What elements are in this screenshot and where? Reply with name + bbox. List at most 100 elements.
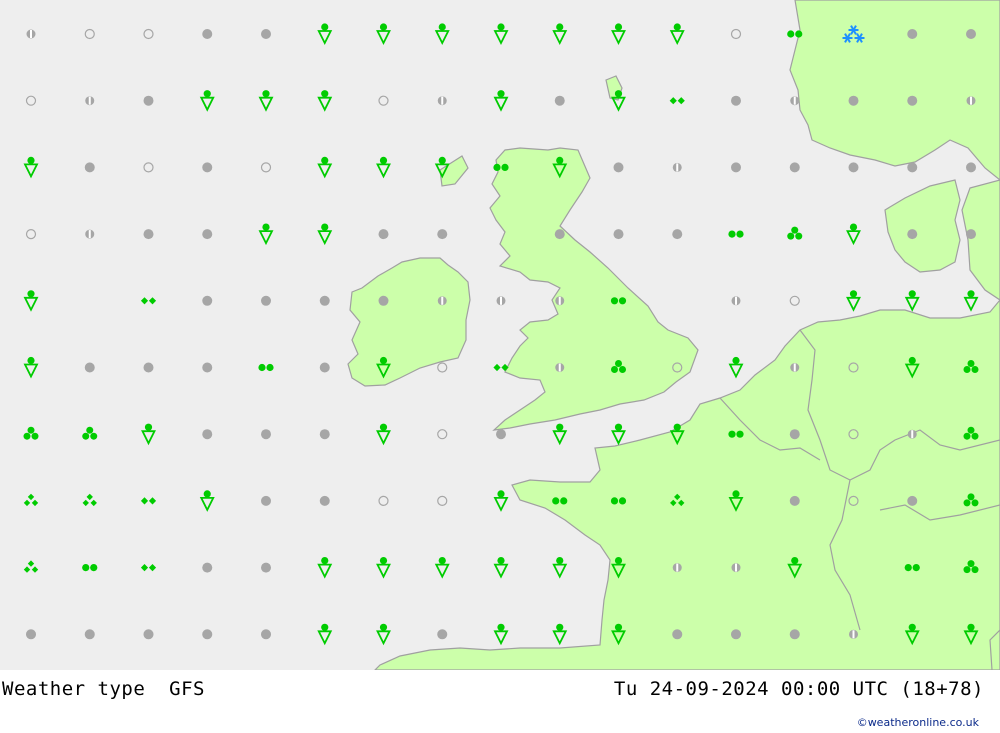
weather-symbol-partly-icon bbox=[966, 96, 976, 106]
weather-symbol-shower-icon bbox=[376, 423, 391, 446]
weather-symbol-drizzle-icon bbox=[140, 564, 157, 572]
weather-symbol-overcast-icon bbox=[261, 562, 271, 573]
weather-map[interactable] bbox=[0, 0, 1000, 670]
weather-symbol-shower-icon bbox=[317, 23, 333, 46]
weather-symbol-shower-icon bbox=[141, 423, 156, 446]
weather-symbol-overcast-icon bbox=[966, 162, 976, 173]
weather-symbol-shower-icon bbox=[669, 23, 685, 46]
title-text: Weather type bbox=[2, 678, 146, 700]
weather-symbol-partly-icon bbox=[849, 629, 858, 639]
weather-symbol-partly-icon bbox=[672, 563, 682, 573]
valid-datetime: Tu 24-09-2024 00:00 UTC (18+78) bbox=[613, 678, 984, 700]
weather-symbol-drizzle-icon bbox=[669, 97, 685, 105]
weather-symbol-overcast-icon bbox=[319, 295, 330, 306]
weather-symbol-clear-icon bbox=[25, 229, 37, 240]
weather-symbol-clear-icon bbox=[378, 495, 389, 506]
weather-symbol-clear-icon bbox=[378, 95, 389, 106]
weather-symbol-overcast-icon bbox=[731, 95, 741, 106]
weather-symbol-shower-icon bbox=[23, 290, 39, 312]
weather-symbol-clear-icon bbox=[730, 28, 742, 40]
weather-symbol-rain2-icon bbox=[787, 30, 803, 38]
weather-symbol-overcast-icon bbox=[261, 295, 271, 306]
weather-symbol-partly-icon bbox=[790, 363, 800, 372]
weather-symbol-overcast-icon bbox=[848, 162, 859, 173]
weather-symbol-overcast-icon bbox=[672, 229, 683, 240]
weather-symbol-partly-icon bbox=[85, 96, 95, 106]
weather-symbol-overcast-icon bbox=[84, 629, 95, 640]
weather-symbol-partly-icon bbox=[496, 296, 506, 306]
weather-symbol-rain2-icon bbox=[258, 363, 274, 372]
map-canvas bbox=[23, 0, 1000, 670]
weather-symbol-shower-icon bbox=[611, 23, 626, 46]
weather-symbol-overcast-icon bbox=[202, 429, 213, 440]
weather-symbol-shower-icon bbox=[493, 557, 509, 579]
weather-symbol-overcast-icon bbox=[143, 95, 154, 106]
weather-symbol-shower-icon bbox=[611, 423, 626, 446]
weather-symbol-drizzle-icon bbox=[140, 297, 157, 305]
weather-symbol-overcast-icon bbox=[613, 229, 624, 240]
weather-symbol-overcast-icon bbox=[731, 162, 741, 173]
weather-symbol-partly-icon bbox=[437, 96, 447, 106]
weather-symbol-overcast-icon bbox=[848, 95, 859, 106]
weather-symbol-overcast-icon bbox=[907, 229, 918, 240]
weather-symbol-overcast-icon bbox=[378, 229, 389, 240]
weather-symbol-partly-icon bbox=[907, 429, 917, 439]
weather-symbol-overcast-icon bbox=[202, 229, 213, 240]
weather-symbol-shower-icon bbox=[493, 23, 509, 46]
weather-symbol-clear-icon bbox=[84, 28, 95, 40]
weather-symbol-shower-icon bbox=[376, 557, 391, 579]
weather-symbol-shower-icon bbox=[846, 223, 861, 246]
weather-symbol-rain2-icon bbox=[728, 230, 744, 238]
weather-symbol-shower-icon bbox=[552, 23, 568, 46]
weather-symbol-shower-icon bbox=[434, 557, 450, 579]
weather-symbol-overcast-icon bbox=[907, 95, 918, 106]
weather-symbol-shower-icon bbox=[552, 623, 568, 646]
weather-symbol-overcast-icon bbox=[378, 295, 389, 306]
land-denmark bbox=[884, 179, 961, 273]
weather-symbol-shower-icon bbox=[904, 290, 920, 312]
weather-symbol-overcast-icon bbox=[672, 629, 683, 640]
weather-symbol-shower-icon bbox=[376, 23, 391, 46]
weather-symbol-overcast-icon bbox=[496, 429, 506, 440]
weather-symbol-overcast-icon bbox=[319, 429, 330, 440]
weather-symbol-overcast-icon bbox=[202, 29, 213, 39]
weather-symbol-partly-icon bbox=[790, 96, 800, 106]
weather-symbol-overcast-icon bbox=[261, 429, 271, 440]
weather-symbol-rain3-icon bbox=[23, 426, 39, 440]
weather-symbol-overcast-icon bbox=[731, 629, 741, 640]
weather-symbol-partly-icon bbox=[731, 296, 741, 306]
weather-symbol-partly-icon bbox=[555, 296, 565, 306]
map-title: Weather type GFS bbox=[2, 678, 205, 700]
weather-symbol-overcast-icon bbox=[261, 495, 271, 506]
weather-symbol-partly-icon bbox=[26, 29, 36, 39]
weather-symbol-overcast-icon bbox=[319, 362, 330, 373]
weather-symbol-clear-icon bbox=[437, 362, 448, 373]
weather-symbol-overcast-icon bbox=[143, 629, 154, 640]
credit-link[interactable]: ©weatheronline.co.uk bbox=[857, 716, 979, 729]
weather-symbol-rain2-icon bbox=[82, 564, 98, 572]
weather-symbol-overcast-icon bbox=[202, 162, 213, 173]
weather-symbol-partly-icon bbox=[437, 296, 447, 306]
weather-symbol-rain3-icon bbox=[787, 226, 803, 240]
weather-symbol-partly-icon bbox=[731, 563, 741, 573]
weather-symbol-shower-icon bbox=[552, 423, 568, 446]
weather-symbol-shower-icon bbox=[493, 490, 509, 512]
weather-symbol-drizzle3-icon bbox=[23, 493, 39, 507]
weather-symbol-shower-icon bbox=[434, 23, 450, 46]
weather-symbol-overcast-icon bbox=[789, 629, 800, 640]
weather-symbol-clear-icon bbox=[260, 162, 272, 173]
weather-symbol-partly-icon bbox=[85, 229, 95, 239]
weather-symbol-clear-icon bbox=[25, 95, 37, 106]
weather-symbol-overcast-icon bbox=[143, 229, 154, 240]
weather-symbol-shower-icon bbox=[23, 356, 39, 379]
weather-symbol-shower-icon bbox=[199, 490, 215, 512]
weather-symbol-overcast-icon bbox=[26, 629, 36, 640]
weather-symbol-overcast-icon bbox=[143, 362, 154, 373]
weather-symbol-shower-icon bbox=[258, 223, 274, 246]
weather-symbol-partly-icon bbox=[555, 363, 565, 372]
weather-symbol-shower-icon bbox=[728, 356, 744, 379]
weather-symbol-overcast-icon bbox=[789, 162, 800, 173]
land-norway bbox=[789, 0, 1000, 181]
model-name: GFS bbox=[169, 678, 205, 700]
weather-symbol-overcast-icon bbox=[202, 562, 213, 573]
